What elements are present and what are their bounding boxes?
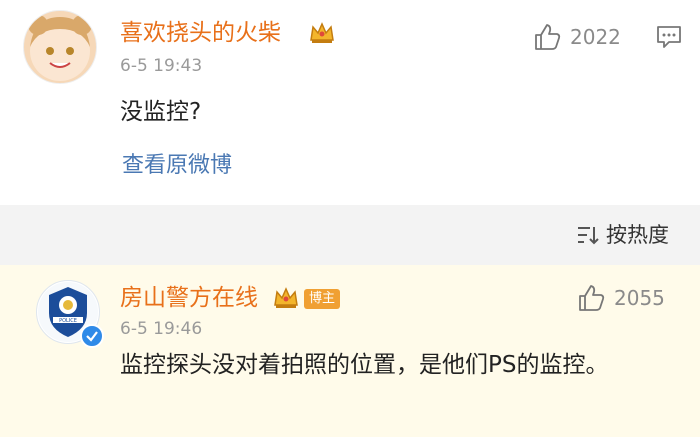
thumbs-up-icon bbox=[532, 22, 562, 52]
like-button[interactable]: 2022 bbox=[532, 22, 642, 52]
comment-timestamp: 6-5 19:43 bbox=[120, 56, 203, 76]
comment-text: 没监控? bbox=[120, 99, 202, 125]
author-badge: 博主 bbox=[304, 289, 341, 309]
sort-bar: 按热度 bbox=[0, 205, 700, 265]
sort-icon bbox=[576, 224, 600, 246]
comment-username[interactable]: 喜欢挠头的火柴 bbox=[120, 18, 281, 48]
sort-label: 按热度 bbox=[606, 223, 669, 247]
crown-icon bbox=[308, 20, 336, 46]
comment-1: 喜欢挠头的火柴 6-5 19:43 2022 没监控? 查看原微博 bbox=[0, 0, 700, 205]
comment-text: 监控探头没对着拍照的位置，是他们PS的监控。 bbox=[120, 352, 609, 378]
comment-username[interactable]: 房山警方在线 bbox=[120, 283, 258, 313]
like-button[interactable]: 2055 bbox=[576, 283, 686, 313]
avatar[interactable] bbox=[23, 10, 97, 84]
comment-2: POLICE 房山警方在线 博主 6-5 19:46 2055 监控探头没对着拍… bbox=[0, 265, 700, 437]
comment-timestamp: 6-5 19:46 bbox=[120, 319, 203, 339]
verified-icon bbox=[80, 324, 104, 348]
view-original-link[interactable]: 查看原微博 bbox=[122, 151, 232, 181]
crown-icon bbox=[272, 285, 300, 311]
anime-girl-avatar-image bbox=[28, 15, 92, 81]
like-count: 2055 bbox=[614, 286, 665, 310]
svg-text:POLICE: POLICE bbox=[59, 318, 77, 324]
thumbs-up-icon bbox=[576, 283, 606, 313]
like-count: 2022 bbox=[570, 25, 621, 49]
sort-button[interactable]: 按热度 bbox=[576, 221, 686, 249]
comment-icon[interactable] bbox=[655, 24, 683, 50]
